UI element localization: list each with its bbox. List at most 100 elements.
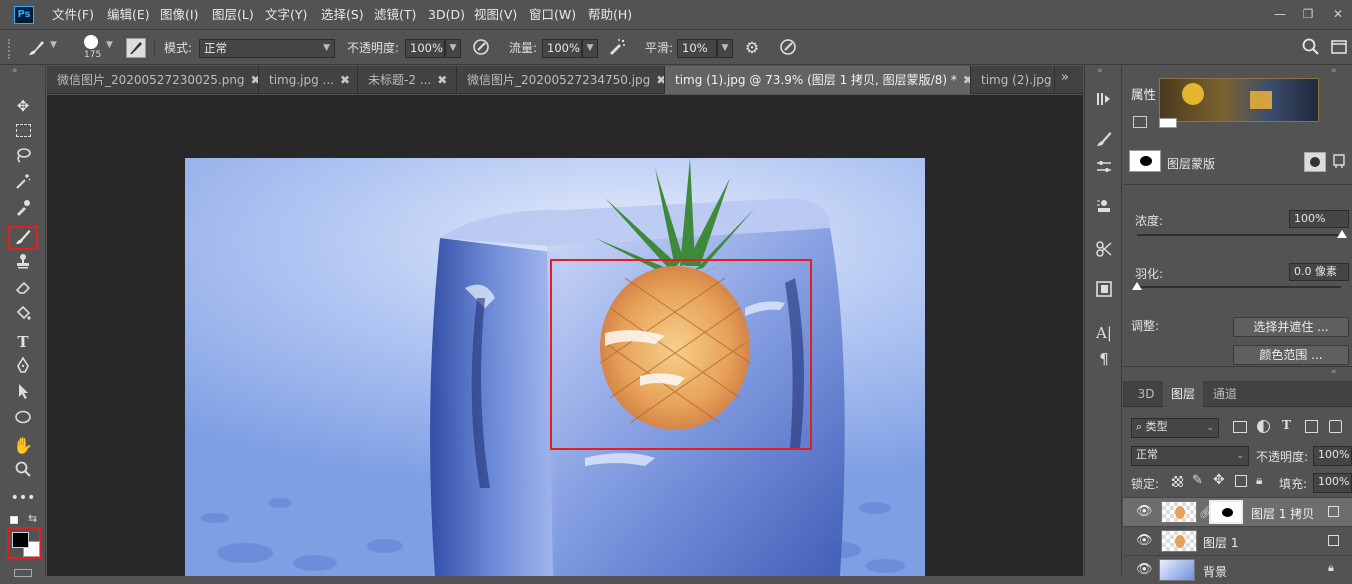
- feather-slider-handle[interactable]: [1132, 282, 1142, 290]
- paint-bucket-tool-icon[interactable]: [8, 304, 38, 328]
- filter-pixel-icon[interactable]: [1233, 421, 1247, 433]
- menu-image[interactable]: 图像(I): [160, 0, 198, 30]
- brush-settings-panel-icon[interactable]: [1093, 130, 1115, 152]
- grip-handle[interactable]: [8, 39, 11, 59]
- stamp-tool-icon[interactable]: [8, 252, 38, 276]
- layer-row[interactable]: 👁︎ 背景 🔒︎: [1123, 555, 1352, 584]
- eye-icon[interactable]: 👁︎: [1136, 504, 1153, 519]
- restore-icon[interactable]: ❐: [1296, 4, 1320, 24]
- tool-presets-icon[interactable]: [1093, 240, 1115, 262]
- layer-mask-thumbnail[interactable]: [1209, 500, 1243, 524]
- eyedropper-tool-icon[interactable]: [8, 198, 38, 222]
- blend-mode-select[interactable]: 正常 ⌄: [1131, 446, 1249, 466]
- clone-source-icon[interactable]: [1093, 198, 1115, 220]
- default-colors-icon[interactable]: [10, 516, 18, 524]
- menu-3d[interactable]: 3D(D): [428, 0, 465, 30]
- more-tools-icon[interactable]: •••: [8, 486, 38, 510]
- menu-edit[interactable]: 编辑(E): [107, 0, 150, 30]
- lock-transparency-icon[interactable]: [1172, 476, 1183, 487]
- brush-settings-icon[interactable]: [126, 38, 146, 58]
- flow-dropdown[interactable]: ▼: [582, 39, 598, 58]
- menu-help[interactable]: 帮助(H): [588, 0, 632, 30]
- menu-layer[interactable]: 图层(L): [212, 0, 254, 30]
- filter-smart-object-icon[interactable]: [1329, 420, 1342, 433]
- smooth-dropdown[interactable]: ▼: [717, 39, 733, 58]
- search-icon[interactable]: [1300, 37, 1322, 59]
- move-tool-icon[interactable]: ✥: [8, 94, 38, 118]
- density-slider-handle[interactable]: [1337, 230, 1347, 238]
- collapse-icon[interactable]: «: [1097, 66, 1103, 76]
- workspace-icon[interactable]: [1329, 38, 1349, 58]
- fill-input[interactable]: 100%: [1313, 473, 1352, 493]
- tab-close-icon[interactable]: ✖: [656, 73, 664, 87]
- menu-view[interactable]: 视图(V): [474, 0, 517, 30]
- tab-close-icon[interactable]: ✖: [251, 73, 258, 87]
- lock-artboard-icon[interactable]: [1235, 475, 1247, 487]
- select-and-mask-button[interactable]: 选择并遮住 ...: [1233, 317, 1349, 337]
- opacity-dropdown[interactable]: ▼: [445, 39, 461, 58]
- layer-row[interactable]: 👁︎ 🔗︎ 图层 1 拷贝: [1123, 497, 1352, 526]
- lock-pixels-icon[interactable]: ✎: [1192, 473, 1203, 488]
- tab-document-4[interactable]: 微信图片_20200527234750.jpg ✖: [457, 66, 665, 94]
- mode-select[interactable]: 正常 ▼: [199, 39, 335, 58]
- collapse-icon[interactable]: «: [1331, 367, 1337, 377]
- tab-document-active[interactable]: timg (1).jpg @ 73.9% (图层 1 拷贝, 图层蒙版/8) *…: [665, 66, 971, 94]
- type-tool-icon[interactable]: T: [8, 330, 38, 354]
- ellipse-tool-icon[interactable]: [8, 408, 38, 432]
- close-icon[interactable]: ✕: [1326, 4, 1350, 24]
- tab-document-3[interactable]: 未标题-2 ... ✖: [358, 66, 457, 94]
- pixel-mask-icon[interactable]: [1133, 116, 1147, 128]
- filter-shape-icon[interactable]: [1305, 420, 1318, 433]
- filter-adjustment-icon[interactable]: [1257, 420, 1270, 433]
- menu-window[interactable]: 窗口(W): [529, 0, 576, 30]
- tabs-overflow-icon[interactable]: »: [1061, 70, 1069, 85]
- flow-input[interactable]: 100%: [542, 39, 582, 58]
- tab-close-icon[interactable]: ✖: [963, 73, 970, 87]
- paragraph-panel-icon[interactable]: ¶: [1093, 348, 1115, 370]
- chevron-down-icon[interactable]: ▼: [106, 40, 113, 50]
- brush-preset-icon[interactable]: [24, 37, 48, 59]
- color-range-button[interactable]: 颜色范围 ...: [1233, 345, 1349, 365]
- tab-document-2[interactable]: timg.jpg ... ✖: [259, 66, 358, 94]
- marquee-tool-icon[interactable]: [8, 120, 38, 144]
- feather-slider[interactable]: [1137, 286, 1341, 288]
- eye-icon[interactable]: 👁︎: [1136, 562, 1153, 577]
- menu-select[interactable]: 选择(S): [321, 0, 364, 30]
- tab-3d[interactable]: 3D: [1129, 381, 1163, 407]
- collapse-icon[interactable]: »: [12, 66, 18, 76]
- layer-filter-select[interactable]: ⌕ 类型 ⌄: [1131, 418, 1219, 438]
- tab-document-6[interactable]: timg (2).jpg: [971, 66, 1055, 94]
- lasso-tool-icon[interactable]: [8, 146, 38, 170]
- layer-row[interactable]: 👁︎ 图层 1: [1123, 526, 1352, 555]
- foreground-color-swatch[interactable]: [12, 532, 29, 548]
- lock-position-icon[interactable]: ✥: [1213, 472, 1225, 488]
- filter-type-icon[interactable]: T: [1282, 418, 1291, 432]
- character-panel-icon[interactable]: A|: [1093, 322, 1115, 344]
- minimize-icon[interactable]: —: [1268, 4, 1292, 24]
- collapse-icon[interactable]: «: [1331, 66, 1337, 76]
- tab-layers[interactable]: 图层: [1163, 381, 1203, 407]
- hand-tool-icon[interactable]: ✋: [8, 434, 38, 458]
- layer-opacity-input[interactable]: 100%: [1313, 446, 1352, 466]
- history-icon[interactable]: [1093, 90, 1115, 112]
- path-select-tool-icon[interactable]: [8, 382, 38, 406]
- info-panel-icon[interactable]: [1093, 280, 1115, 302]
- tab-close-icon[interactable]: ✖: [437, 73, 447, 87]
- pressure-size-icon[interactable]: [777, 37, 799, 59]
- brushes-panel-icon[interactable]: [1093, 158, 1115, 180]
- document-canvas[interactable]: [185, 158, 925, 576]
- opacity-input[interactable]: 100%: [405, 39, 445, 58]
- swap-colors-icon[interactable]: ⇆: [28, 512, 37, 525]
- airbrush-icon[interactable]: [606, 37, 628, 59]
- menu-type[interactable]: 文字(Y): [265, 0, 307, 30]
- lock-all-icon[interactable]: 🔒︎: [1256, 473, 1262, 488]
- select-pixel-mask-button[interactable]: [1304, 152, 1326, 172]
- menu-filter[interactable]: 滤镜(T): [374, 0, 416, 30]
- density-slider[interactable]: [1137, 234, 1341, 236]
- vector-mask-icon[interactable]: [1159, 118, 1177, 128]
- tab-close-icon[interactable]: ✖: [340, 73, 350, 87]
- tab-channels[interactable]: 通道: [1205, 381, 1245, 407]
- gear-icon[interactable]: ⚙: [741, 37, 763, 59]
- feather-input[interactable]: 0.0 像素: [1289, 263, 1349, 281]
- density-input[interactable]: 100%: [1289, 210, 1349, 228]
